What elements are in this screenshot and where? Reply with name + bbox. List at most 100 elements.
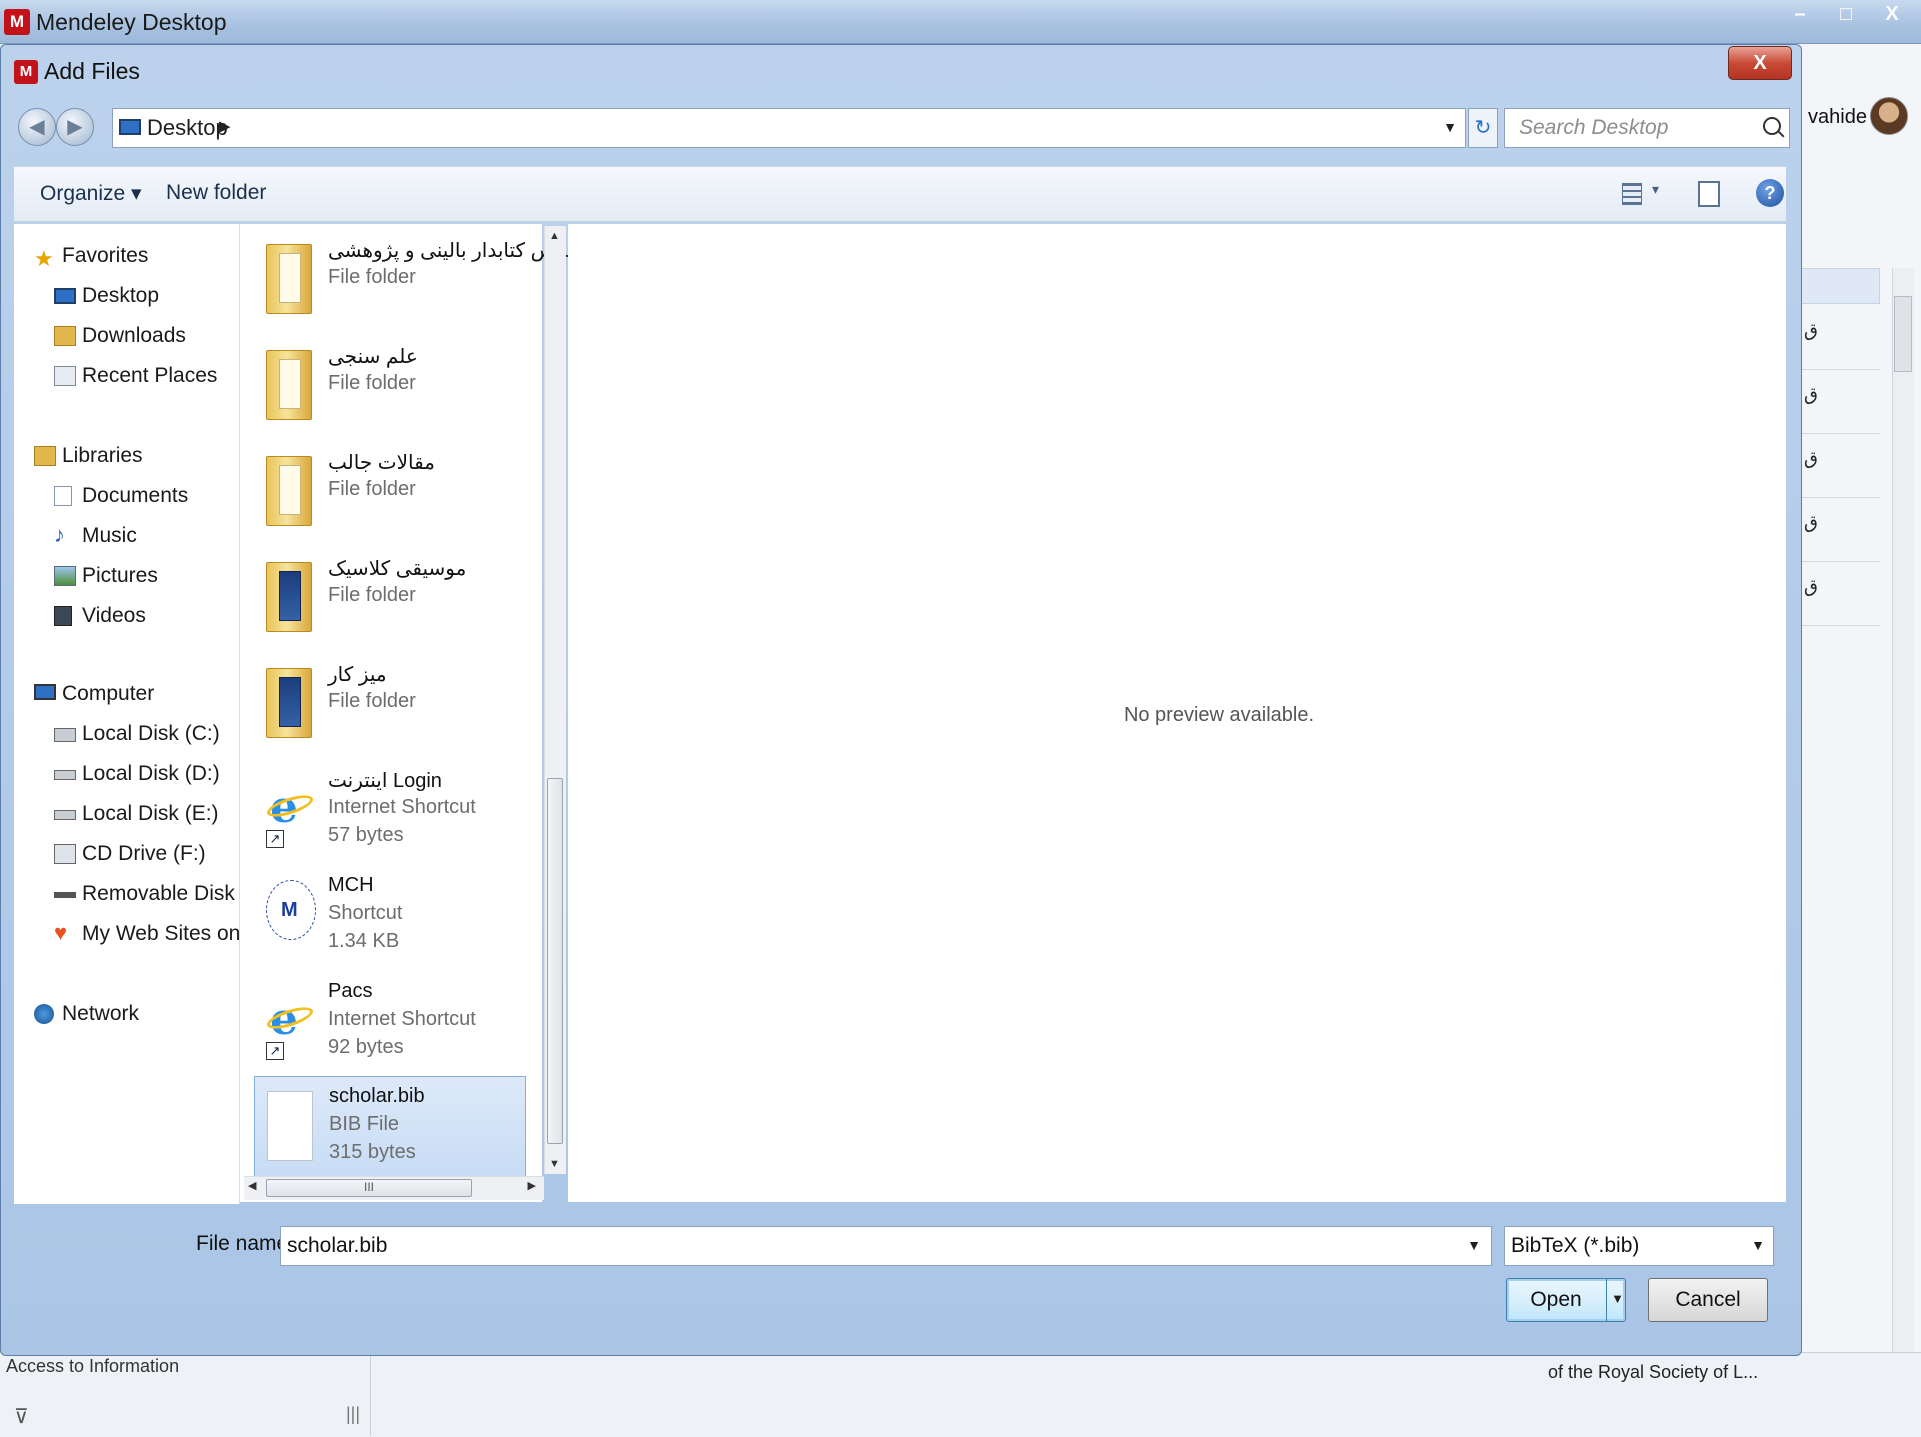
- organize-menu[interactable]: Organize ▾: [40, 181, 142, 206]
- app-titlebar: M Mendeley Desktop – □ X: [0, 0, 1921, 44]
- list-item[interactable]: موسیقی کلاسیک File folder: [254, 548, 526, 652]
- minimize-button[interactable]: –: [1777, 0, 1823, 30]
- preview-message: No preview available.: [1123, 704, 1315, 726]
- scrollbar-thumb[interactable]: [547, 778, 563, 1144]
- chevron-down-icon[interactable]: ▾: [1652, 181, 1659, 198]
- app-scrollbar[interactable]: [1892, 268, 1914, 1388]
- nav-downloads[interactable]: Downloads: [54, 324, 186, 348]
- avatar[interactable]: [1870, 97, 1908, 135]
- search-input[interactable]: [1505, 109, 1755, 147]
- nav-label: Local Disk (E:): [82, 802, 219, 825]
- window-controls: – □ X: [1777, 0, 1915, 30]
- new-folder-button[interactable]: New folder: [166, 181, 266, 205]
- file-type: BIB File: [329, 1113, 400, 1135]
- list-item[interactable]: ق: [1800, 498, 1880, 562]
- user-name[interactable]: vahide: [1808, 106, 1867, 129]
- nav-music[interactable]: ♪ Music: [54, 522, 137, 548]
- search-icon[interactable]: [1763, 117, 1781, 135]
- filter-icon[interactable]: ⊽: [14, 1404, 29, 1429]
- music-icon: ♪: [54, 522, 65, 547]
- help-icon[interactable]: ?: [1756, 179, 1784, 207]
- scroll-down-arrow-icon[interactable]: ▼: [549, 1158, 560, 1170]
- file-name-field[interactable]: [281, 1227, 1451, 1265]
- file-name: علم سنجی: [328, 346, 418, 368]
- file-name-combobox[interactable]: ▼: [280, 1226, 1492, 1266]
- list-item[interactable]: میز کار File folder: [254, 654, 526, 758]
- nav-cd-drive[interactable]: CD Drive (F:): [54, 842, 206, 866]
- file-list-vertical-scrollbar[interactable]: ▲ ▼: [544, 226, 566, 1174]
- navigation-pane: ★ Favorites Desktop Downloads Recent Pla…: [14, 224, 240, 1204]
- nav-local-disk-c[interactable]: Local Disk (C:): [54, 722, 220, 746]
- chevron-down-icon[interactable]: ▼: [1467, 1237, 1481, 1253]
- scroll-right-arrow-icon[interactable]: ▶: [528, 1179, 536, 1192]
- close-button[interactable]: X: [1869, 0, 1915, 30]
- nav-removable-disk[interactable]: Removable Disk (G:): [54, 882, 239, 906]
- nav-label: Favorites: [62, 244, 149, 267]
- scroll-left-arrow-icon[interactable]: ◀: [248, 1179, 256, 1192]
- cancel-button[interactable]: Cancel: [1648, 1278, 1768, 1322]
- nav-desktop[interactable]: Desktop: [54, 284, 159, 308]
- nav-network[interactable]: Network: [34, 1002, 139, 1026]
- nav-videos[interactable]: Videos: [54, 604, 146, 628]
- list-item[interactable]: e ↗ Pacs Internet Shortcut 92 bytes: [254, 972, 526, 1076]
- forward-button[interactable]: ▶: [56, 108, 94, 146]
- downloads-folder-icon: [54, 326, 76, 346]
- list-item[interactable]: M MCH Shortcut 1.34 KB: [254, 866, 526, 970]
- maximize-button[interactable]: □: [1823, 0, 1869, 30]
- nav-label: My Web Sites on MS: [82, 922, 240, 945]
- search-box[interactable]: [1504, 108, 1790, 148]
- list-item[interactable]: ق: [1800, 434, 1880, 498]
- dialog-logo-icon: M: [14, 60, 38, 84]
- open-options-dropdown[interactable]: ▼: [1606, 1278, 1628, 1322]
- breadcrumb[interactable]: Desktop: [147, 115, 228, 141]
- pane-divider: [370, 1356, 371, 1436]
- nav-web-sites[interactable]: ♥ My Web Sites on MS: [54, 920, 240, 946]
- nav-label: Documents: [82, 484, 189, 507]
- list-item[interactable]: e ↗ اینترنت Login Internet Shortcut 57 b…: [254, 760, 526, 864]
- file-name: Pacs: [328, 980, 373, 1002]
- list-item[interactable]: علم سنجی File folder: [254, 336, 526, 440]
- list-item[interactable]: ج درس کتابدار بالینی و پژوهشی File folde…: [254, 230, 592, 334]
- dialog-close-button[interactable]: X: [1728, 46, 1792, 80]
- file-list: ج درس کتابدار بالینی و پژوهشی File folde…: [240, 224, 592, 1202]
- nav-local-disk-d[interactable]: Local Disk (D:): [54, 762, 220, 786]
- nav-pictures[interactable]: Pictures: [54, 564, 158, 588]
- nav-label: Videos: [82, 604, 146, 627]
- document-list-header[interactable]: [1800, 268, 1880, 304]
- chevron-down-icon[interactable]: ▼: [1751, 1237, 1765, 1253]
- nav-computer[interactable]: Computer: [34, 682, 154, 706]
- list-item-selected[interactable]: scholar.bib BIB File 315 bytes: [254, 1076, 526, 1180]
- back-button[interactable]: ◀: [18, 108, 56, 146]
- app-scrollbar-thumb[interactable]: [1894, 296, 1912, 372]
- file-type: Internet Shortcut: [328, 796, 476, 818]
- address-bar[interactable]: Desktop ▶ ▼: [112, 108, 1466, 148]
- breadcrumb-chevron-icon[interactable]: ▶: [219, 117, 231, 135]
- file-size: 92 bytes: [328, 1036, 404, 1058]
- file-name: مقالات جالب: [328, 452, 435, 474]
- nav-local-disk-e[interactable]: Local Disk (E:): [54, 802, 219, 826]
- file-list-horizontal-scrollbar[interactable]: ◀ III ▶: [244, 1176, 544, 1200]
- mch-glyph: M: [281, 899, 298, 921]
- open-label: Open: [1530, 1288, 1582, 1311]
- change-view-button[interactable]: ▾: [1622, 179, 1668, 209]
- scroll-up-arrow-icon[interactable]: ▲: [549, 230, 560, 242]
- list-item[interactable]: مقالات جالب File folder: [254, 442, 526, 546]
- drive-icon: [54, 810, 76, 820]
- file-type-select[interactable]: BibTeX (*.bib) ▼: [1504, 1226, 1774, 1266]
- splitter-grip[interactable]: |||: [346, 1404, 360, 1425]
- list-item[interactable]: ق: [1800, 370, 1880, 434]
- nav-recent-places[interactable]: Recent Places: [54, 364, 217, 388]
- nav-libraries[interactable]: Libraries: [34, 444, 143, 468]
- file-size: 57 bytes: [328, 824, 404, 846]
- nav-favorites[interactable]: ★ Favorites: [34, 244, 149, 271]
- nav-documents[interactable]: Documents: [54, 484, 189, 508]
- list-item[interactable]: ق: [1800, 562, 1880, 626]
- preview-pane-button[interactable]: [1698, 181, 1720, 207]
- file-type: File folder: [328, 690, 416, 712]
- collection-label[interactable]: Access to Information: [6, 1356, 179, 1377]
- scrollbar-thumb[interactable]: III: [266, 1179, 472, 1197]
- address-history-dropdown[interactable]: ▼: [1443, 119, 1457, 135]
- list-item[interactable]: ق: [1800, 306, 1880, 370]
- refresh-button[interactable]: ↻: [1468, 108, 1498, 148]
- document-title-cell[interactable]: of the Royal Society of L...: [1548, 1362, 1758, 1383]
